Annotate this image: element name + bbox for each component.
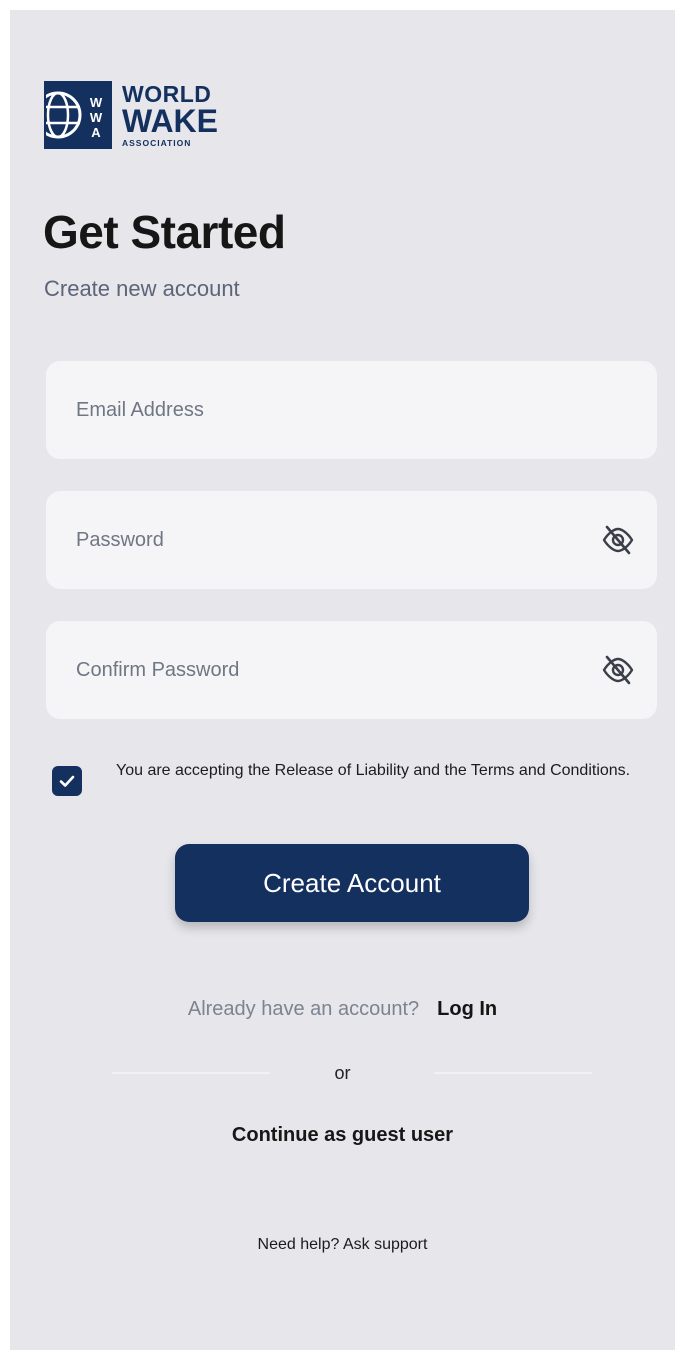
- login-question: Already have an account?: [187, 998, 420, 1020]
- password-field[interactable]: Password: [46, 491, 657, 589]
- eye-slash-icon[interactable]: [599, 521, 637, 559]
- svg-text:W: W: [90, 110, 103, 125]
- checkmark-icon: [59, 775, 75, 787]
- email-placeholder: Email Address: [76, 398, 204, 421]
- eye-slash-icon[interactable]: [599, 651, 637, 689]
- svg-text:A: A: [91, 125, 101, 140]
- confirm-password-field[interactable]: Confirm Password: [46, 621, 657, 719]
- signup-screen: W W A WORLD WAKE ASSOCIATION Get Started…: [10, 10, 675, 1350]
- terms-row: You are accepting the Release of Liabili…: [52, 760, 632, 796]
- confirm-password-placeholder: Confirm Password: [76, 658, 240, 681]
- brand-logo: W W A WORLD WAKE ASSOCIATION: [44, 81, 218, 149]
- divider-right: [434, 1072, 592, 1074]
- brand-line-3: ASSOCIATION: [122, 137, 192, 148]
- login-prompt: Already have an account? Log In: [10, 998, 675, 1021]
- help-support-link[interactable]: Need help? Ask support: [10, 1236, 675, 1254]
- login-link[interactable]: Log In: [437, 998, 497, 1020]
- password-placeholder: Password: [76, 528, 164, 551]
- page-title: Get Started: [43, 206, 286, 258]
- globe-logo-icon: W W A: [44, 81, 112, 149]
- email-field[interactable]: Email Address: [46, 361, 657, 459]
- page-subtitle: Create new account: [44, 276, 240, 301]
- brand-line-2: WAKE: [122, 102, 218, 139]
- brand-wordmark: WORLD WAKE ASSOCIATION: [122, 82, 218, 148]
- terms-checkbox[interactable]: [52, 766, 82, 796]
- continue-as-guest-link[interactable]: Continue as guest user: [10, 1124, 675, 1147]
- svg-text:W: W: [90, 95, 103, 110]
- terms-text: You are accepting the Release of Liabili…: [116, 762, 631, 779]
- create-account-button[interactable]: Create Account: [175, 844, 529, 922]
